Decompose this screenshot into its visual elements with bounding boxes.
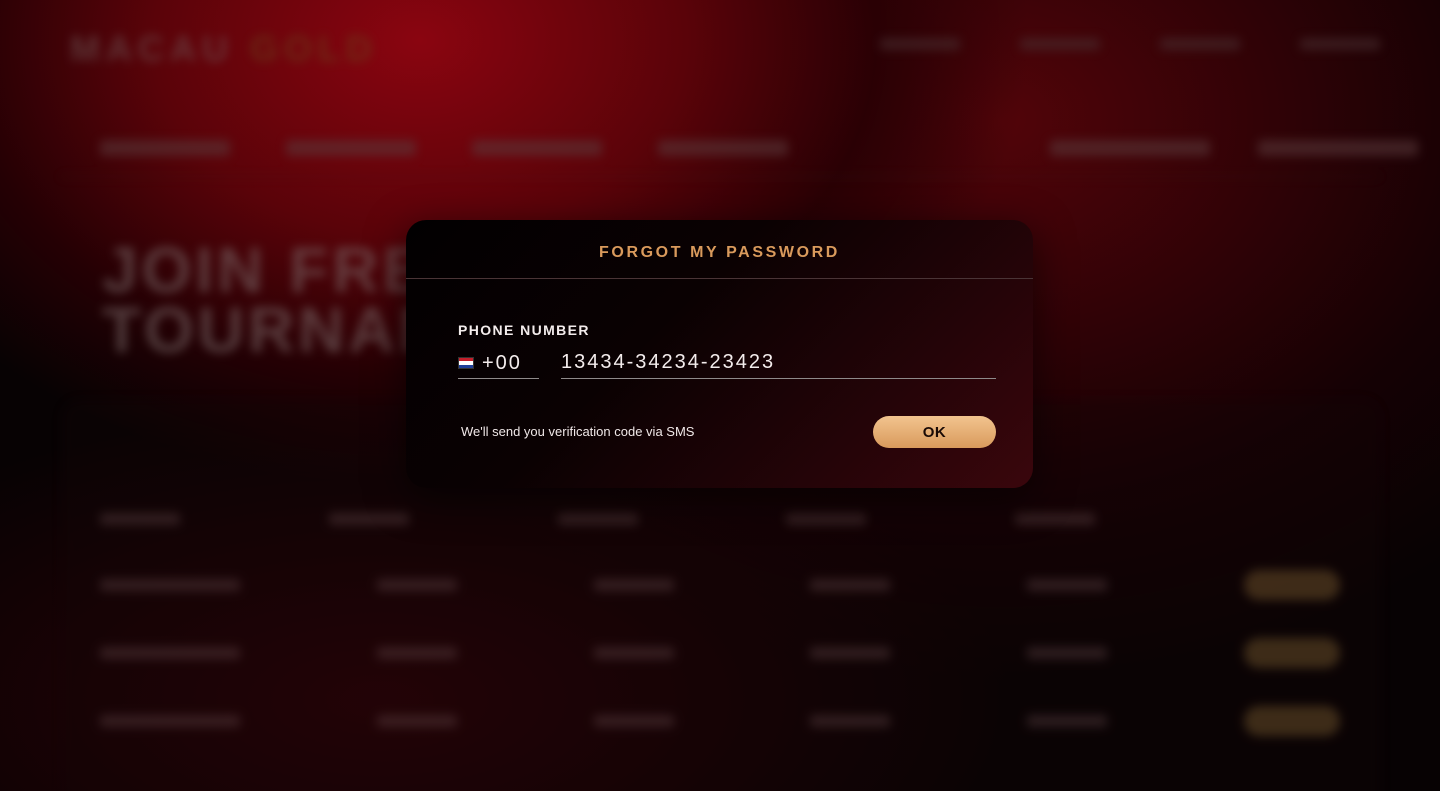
nav-divider	[60, 176, 1380, 177]
background-account-nav	[1050, 140, 1418, 156]
ok-button[interactable]: OK	[873, 416, 996, 448]
table-row	[100, 638, 1340, 668]
modal-divider	[406, 278, 1033, 279]
forgot-password-modal: FORGOT MY PASSWORD PHONE NUMBER +00 We'l…	[406, 220, 1033, 488]
background-top-nav	[880, 38, 1380, 50]
country-code-value: +00	[482, 351, 522, 374]
nav-placeholder	[1160, 38, 1240, 50]
nav-placeholder	[472, 140, 602, 156]
nav-placeholder	[1300, 38, 1380, 50]
phone-number-label: PHONE NUMBER	[458, 322, 590, 338]
nav-placeholder	[658, 140, 788, 156]
background-main-nav	[100, 140, 788, 156]
nav-placeholder	[1258, 140, 1418, 156]
nav-placeholder	[1050, 140, 1210, 156]
logo-secondary: GOLD	[250, 28, 378, 69]
nav-placeholder	[1020, 38, 1100, 50]
logo: MACAU GOLD	[70, 28, 378, 70]
logo-primary: MACAU	[70, 28, 234, 69]
table-header-row	[100, 504, 1340, 534]
nav-placeholder	[286, 140, 416, 156]
nav-placeholder	[880, 38, 960, 50]
netherlands-flag-icon	[458, 357, 474, 369]
table-row	[100, 570, 1340, 600]
sms-hint: We'll send you verification code via SMS	[461, 424, 695, 439]
phone-number-input[interactable]	[561, 348, 996, 379]
modal-title: FORGOT MY PASSWORD	[599, 244, 840, 261]
table-row	[100, 706, 1340, 736]
nav-placeholder	[100, 140, 230, 156]
country-code-select[interactable]: +00	[458, 348, 539, 379]
